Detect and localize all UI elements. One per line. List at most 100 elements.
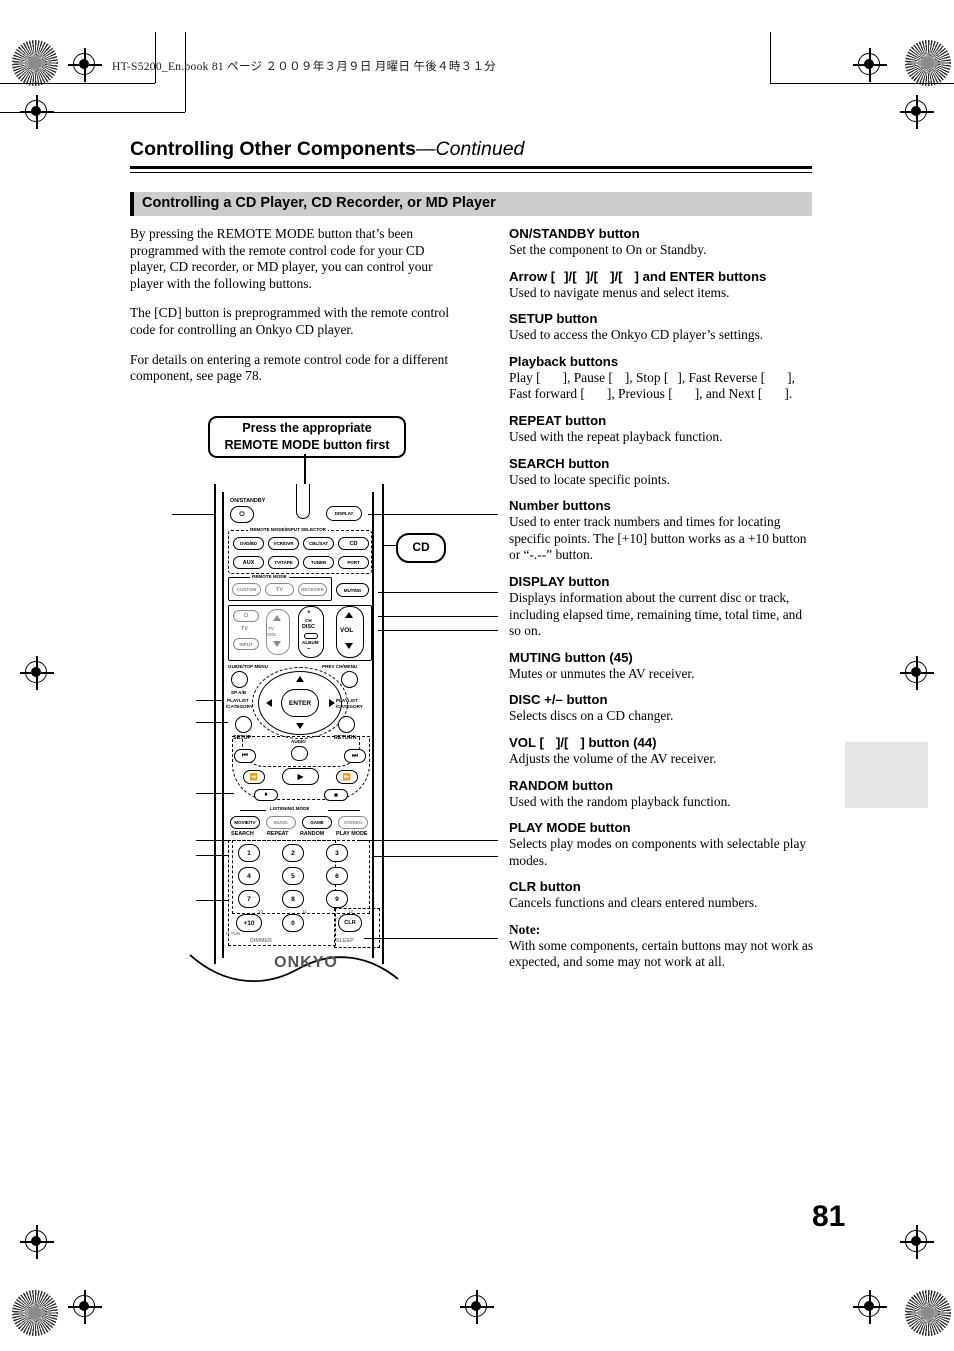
number-button-1[interactable]: 1 xyxy=(238,844,260,862)
muting-button[interactable]: MUTING xyxy=(336,583,369,597)
registration-mark-mid-right xyxy=(900,656,934,690)
input-button-dvd-bd[interactable]: DVD/BD xyxy=(233,537,264,550)
arrow-up-button[interactable] xyxy=(296,676,304,682)
registration-mark-bottom-right xyxy=(853,1290,887,1324)
repeat-sublabel: REPEAT xyxy=(267,831,289,837)
remote-mode-callout-box: Press the appropriate REMOTE MODE button… xyxy=(208,416,406,458)
input-button-vcr-dvr[interactable]: VCR/DVR xyxy=(268,537,299,550)
prev-ch-menu-button[interactable] xyxy=(341,671,358,688)
guide-top-menu-button[interactable] xyxy=(231,671,248,688)
playlist-category-label-left: PLAYLIST xyxy=(227,698,249,703)
input-button-cd[interactable]: CD xyxy=(338,537,369,550)
playlist-category-label-right: PLAYLIST xyxy=(336,698,358,703)
vol-up-icon xyxy=(345,612,353,618)
number-button-plus-ten[interactable]: +10 xyxy=(236,914,262,932)
fast-forward-button[interactable]: ⏩ xyxy=(336,770,358,784)
ch-plus-icon: + xyxy=(307,609,311,616)
page-number: 81 xyxy=(812,1200,846,1233)
arrow-down-button[interactable] xyxy=(296,723,304,729)
listening-button-game[interactable]: GAME xyxy=(302,816,332,829)
arrow-title-p4: ] and ENTER buttons xyxy=(634,268,767,284)
arrow-title-p1: ]/[ xyxy=(564,268,577,284)
leader-numberpad xyxy=(196,900,228,902)
number-button-6[interactable]: 6 xyxy=(326,867,348,885)
entry-title: SETUP button xyxy=(509,311,598,327)
next-button[interactable]: ⏭ xyxy=(344,749,366,763)
entry-number-buttons: Number buttons Used to enter track numbe… xyxy=(509,498,814,564)
prev-ch-menu-label: PREV CH/MENU xyxy=(322,664,358,669)
number-button-7[interactable]: 7 xyxy=(238,890,260,908)
leader-on-standby xyxy=(172,514,214,516)
entry-title: REPEAT button xyxy=(509,412,607,428)
previous-button[interactable]: ⏮ xyxy=(234,749,256,763)
entry-clr: CLR button Cancels functions and clears … xyxy=(509,879,814,912)
section-band-accent xyxy=(130,192,134,216)
tv-vol-up-icon xyxy=(273,615,281,621)
input-button-port[interactable]: PORT xyxy=(338,556,369,569)
number-button-3[interactable]: 3 xyxy=(326,844,348,862)
tv-power-button[interactable]: ⏻ xyxy=(233,610,259,622)
note-block: Note: With some components, certain butt… xyxy=(509,922,814,971)
halftone-dot-bottom-left xyxy=(12,1290,58,1336)
number-button-0[interactable]: 0 xyxy=(282,914,304,932)
intro-paragraph-3: For details on entering a remote control… xyxy=(130,351,449,384)
guide-top-menu-label: GUIDE/TOP MENU xyxy=(228,664,268,669)
tv-input-button[interactable]: INPUT xyxy=(233,638,259,650)
setup-button[interactable] xyxy=(235,716,252,733)
play-button[interactable]: ▶ xyxy=(282,768,319,785)
display-button[interactable]: DISPLAY xyxy=(326,506,362,521)
page-title-continued: —Continued xyxy=(415,138,525,160)
input-button-tv-tape[interactable]: TV/TAPE xyxy=(268,556,299,569)
play-mode-sublabel: PLAY MODE xyxy=(336,831,368,837)
on-standby-label: ON/STANDBY xyxy=(230,498,266,504)
listening-button-music[interactable]: MUSIC xyxy=(266,816,296,829)
arrow-title-p0: Arrow [ xyxy=(509,268,556,284)
fast-reverse-button[interactable]: ⏪ xyxy=(243,770,265,784)
number-button-9[interactable]: 9 xyxy=(326,890,348,908)
pause-button[interactable]: ⏸ xyxy=(254,789,278,801)
leader-setup xyxy=(196,722,228,724)
return-button[interactable] xyxy=(338,716,355,733)
crop-line-top-right-v xyxy=(770,32,772,83)
on-standby-button[interactable]: ⏻ xyxy=(230,506,254,523)
leader-listening-mode xyxy=(196,840,230,842)
entry-disc: DISC +/– button Selects discs on a CD ch… xyxy=(509,692,814,725)
clr-button[interactable]: CLR xyxy=(338,914,362,932)
halftone-dot-top-right xyxy=(905,40,951,86)
entry-body: Mutes or unmutes the AV receiver. xyxy=(509,665,695,681)
entry-title: Playback buttons xyxy=(509,353,619,369)
number-button-4[interactable]: 4 xyxy=(238,867,260,885)
tv-vol-label-2: VOL xyxy=(267,632,277,637)
title-rule-thin xyxy=(130,172,812,174)
listening-button-stereo[interactable]: STEREO xyxy=(338,816,368,829)
direct-tune-label: D.TUN xyxy=(226,931,241,936)
cd-button-callout: CD xyxy=(396,533,446,563)
input-button-cbl-sat[interactable]: CBL/SAT xyxy=(303,537,334,550)
entry-title: MUTING button (45) xyxy=(509,649,633,665)
random-sublabel: RANDOM xyxy=(300,831,325,837)
entry-body: Displays information about the current d… xyxy=(509,589,803,639)
section-heading-text: Controlling a CD Player, CD Recorder, or… xyxy=(142,195,496,211)
number-button-8[interactable]: 8 xyxy=(282,890,304,908)
ch-disc-album-rocker[interactable] xyxy=(298,606,324,658)
number-button-2[interactable]: 2 xyxy=(282,844,304,862)
leader-transport xyxy=(196,793,234,795)
entry-title: PLAY MODE button xyxy=(509,820,631,836)
intro-paragraph-2: The [CD] button is preprogrammed with th… xyxy=(130,305,450,337)
listening-button-movie-tv[interactable]: MOVIE/TV xyxy=(230,816,260,829)
input-button-aux[interactable]: AUX xyxy=(233,556,264,569)
arrow-right-button[interactable] xyxy=(329,699,335,707)
remote-mode-button-receiver[interactable]: RECEIVER xyxy=(298,583,327,596)
entry-setup: SETUP button Used to access the Onkyo CD… xyxy=(509,311,814,344)
arrow-left-button[interactable] xyxy=(266,699,272,707)
ir-window xyxy=(296,484,310,519)
stop-button[interactable]: ■ xyxy=(324,789,348,801)
entry-display: DISPLAY button Displays information abou… xyxy=(509,574,814,640)
remote-mode-button-custom[interactable]: CUSTOM xyxy=(232,583,261,596)
title-rule-thick xyxy=(130,166,812,169)
remote-mode-button-tv[interactable]: TV xyxy=(265,583,294,596)
enter-button[interactable]: ENTER xyxy=(281,689,319,717)
number-button-5[interactable]: 5 xyxy=(282,867,304,885)
entry-title: ON/STANDBY button xyxy=(509,226,640,241)
input-button-tuner[interactable]: TUNER xyxy=(303,556,334,569)
